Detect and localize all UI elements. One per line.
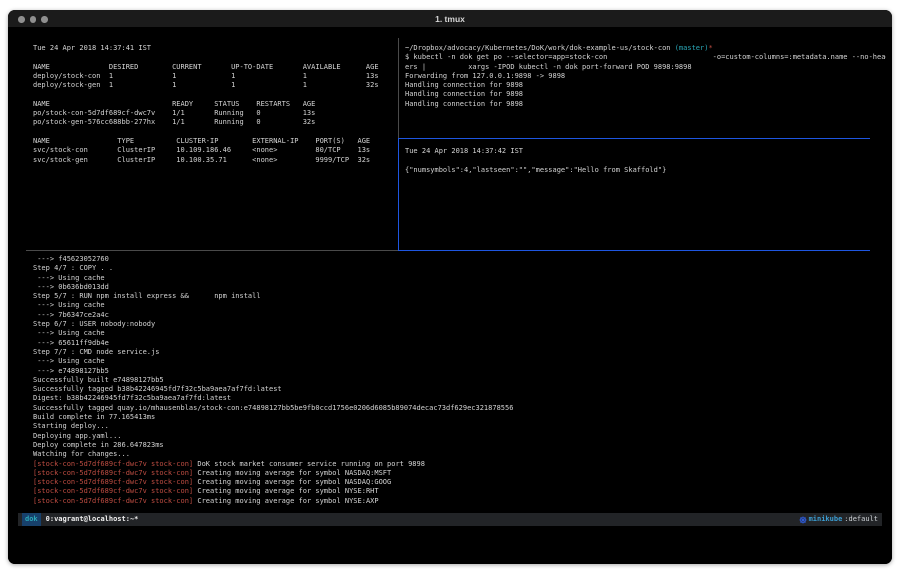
terminal-line: ---> Using cache xyxy=(33,274,886,283)
terminal-line: ---> 7b6347ce2a4c xyxy=(33,311,886,320)
terminal-line: Step 5/7 : RUN npm install express && np… xyxy=(33,292,886,301)
terminal-line: NAME READY STATUS RESTARTS AGE xyxy=(33,100,395,109)
pane-skaffold-build-log[interactable]: ---> f45623052760Step 4/7 : COPY . . ---… xyxy=(33,255,886,511)
helm-wheel-icon xyxy=(799,516,807,524)
pane-kubectl-watch[interactable]: Tue 24 Apr 2018 14:37:41 IST NAME DESIRED… xyxy=(33,44,395,244)
terminal-line: ers | xargs -IPOD kubectl -n dok port-fo… xyxy=(405,63,886,72)
terminal-line xyxy=(33,128,395,137)
terminal-line: [stock-con-5d7df689cf-dwc7v stock-con] C… xyxy=(33,469,886,478)
terminal-line: ---> Using cache xyxy=(33,329,886,338)
terminal-window: 1. tmux Tue 24 Apr 2018 14:37:41 IST NAME… xyxy=(8,10,892,564)
terminal-line: Successfully tagged b38b42246945fd7f32c5… xyxy=(33,385,886,394)
status-window-item[interactable]: 0:vagrant@localhost:~* xyxy=(46,513,139,526)
active-pane-border-bottom[interactable] xyxy=(398,250,870,251)
terminal-line: ---> e74898127bb5 xyxy=(33,367,886,376)
terminal-line: svc/stock-con ClusterIP 10.109.186.46 <n… xyxy=(33,146,395,155)
terminal-line: Forwarding from 127.0.0.1:9898 -> 9898 xyxy=(405,72,886,81)
kube-status: minikube :default xyxy=(799,513,878,526)
terminal-line: [stock-con-5d7df689cf-dwc7v stock-con] C… xyxy=(33,497,886,506)
terminal-line: ~/Dropbox/advocacy/Kubernetes/DoK/work/d… xyxy=(405,44,886,53)
terminal-line: po/stock-gen-576cc688bb-277hx 1/1 Runnin… xyxy=(33,118,395,127)
terminal-line xyxy=(405,156,886,165)
active-pane-border-left[interactable] xyxy=(398,138,399,251)
active-pane-border-top[interactable] xyxy=(398,138,870,139)
terminal-line: ---> Using cache xyxy=(33,301,886,310)
terminal-line: ---> f45623052760 xyxy=(33,255,886,264)
terminal-line: Step 7/7 : CMD node service.js xyxy=(33,348,886,357)
terminal-line: Starting deploy... xyxy=(33,422,886,431)
terminal-line: ---> 65611ff9db4e xyxy=(33,339,886,348)
terminal-line: $ kubectl -n dok get po --selector=app=s… xyxy=(405,53,886,62)
tmux-terminal[interactable]: Tue 24 Apr 2018 14:37:41 IST NAME DESIRED… xyxy=(8,28,892,564)
window-titlebar[interactable]: 1. tmux xyxy=(8,10,892,28)
terminal-line: deploy/stock-gen 1 1 1 1 32s xyxy=(33,81,395,90)
terminal-line: Deploying app.yaml... xyxy=(33,432,886,441)
terminal-line: Watching for changes... xyxy=(33,450,886,459)
terminal-line: Step 4/7 : COPY . . xyxy=(33,264,886,273)
terminal-line xyxy=(33,90,395,99)
terminal-line: Tue 24 Apr 2018 14:37:41 IST xyxy=(33,44,395,53)
terminal-line: [stock-con-5d7df689cf-dwc7v stock-con] C… xyxy=(33,478,886,487)
terminal-line: deploy/stock-con 1 1 1 1 13s xyxy=(33,72,395,81)
terminal-line: NAME DESIRED CURRENT UP-TO-DATE AVAILABL… xyxy=(33,63,395,72)
terminal-line: [stock-con-5d7df689cf-dwc7v stock-con] C… xyxy=(33,487,886,496)
pane-curl-output-active[interactable]: Tue 24 Apr 2018 14:37:42 IST {"numsymbols… xyxy=(405,147,886,247)
terminal-line: Handling connection for 9898 xyxy=(405,90,886,99)
session-name: dok xyxy=(22,513,41,526)
pane-divider-horizontal[interactable] xyxy=(26,250,398,251)
terminal-line: Deploy complete in 286.647823ms xyxy=(33,441,886,450)
terminal-line: Tue 24 Apr 2018 14:37:42 IST xyxy=(405,147,886,156)
terminal-line: NAME TYPE CLUSTER-IP EXTERNAL-IP PORT(S)… xyxy=(33,137,395,146)
kube-context-label: minikube xyxy=(809,513,843,526)
pane-divider-vertical[interactable] xyxy=(398,38,399,138)
terminal-line: ---> Using cache xyxy=(33,357,886,366)
tmux-status-bar: dok 0:vagrant@localhost:~* minikube :def… xyxy=(18,513,882,526)
terminal-line: Build complete in 77.165413ms xyxy=(33,413,886,422)
terminal-line: Step 6/7 : USER nobody:nobody xyxy=(33,320,886,329)
terminal-line: {"numsymbols":4,"lastseen":"","message":… xyxy=(405,166,886,175)
pane-port-forward[interactable]: ~/Dropbox/advocacy/Kubernetes/DoK/work/d… xyxy=(405,44,886,136)
terminal-line: svc/stock-gen ClusterIP 10.100.35.71 <no… xyxy=(33,156,395,165)
terminal-line: po/stock-con-5d7df689cf-dwc7v 1/1 Runnin… xyxy=(33,109,395,118)
terminal-line: Handling connection for 9898 xyxy=(405,81,886,90)
terminal-line: Successfully tagged quay.io/mhausenblas/… xyxy=(33,404,886,413)
terminal-line: ---> 0b636bd013dd xyxy=(33,283,886,292)
window-title: 1. tmux xyxy=(8,10,892,28)
terminal-line: [stock-con-5d7df689cf-dwc7v stock-con] D… xyxy=(33,460,886,469)
terminal-line xyxy=(33,53,395,62)
terminal-line: Digest: b38b42246945fd7f32c5ba9aea7af7fd… xyxy=(33,394,886,403)
terminal-line: Handling connection for 9898 xyxy=(405,100,886,109)
terminal-line: Successfully built e74898127bb5 xyxy=(33,376,886,385)
kube-namespace-label: :default xyxy=(844,513,878,526)
